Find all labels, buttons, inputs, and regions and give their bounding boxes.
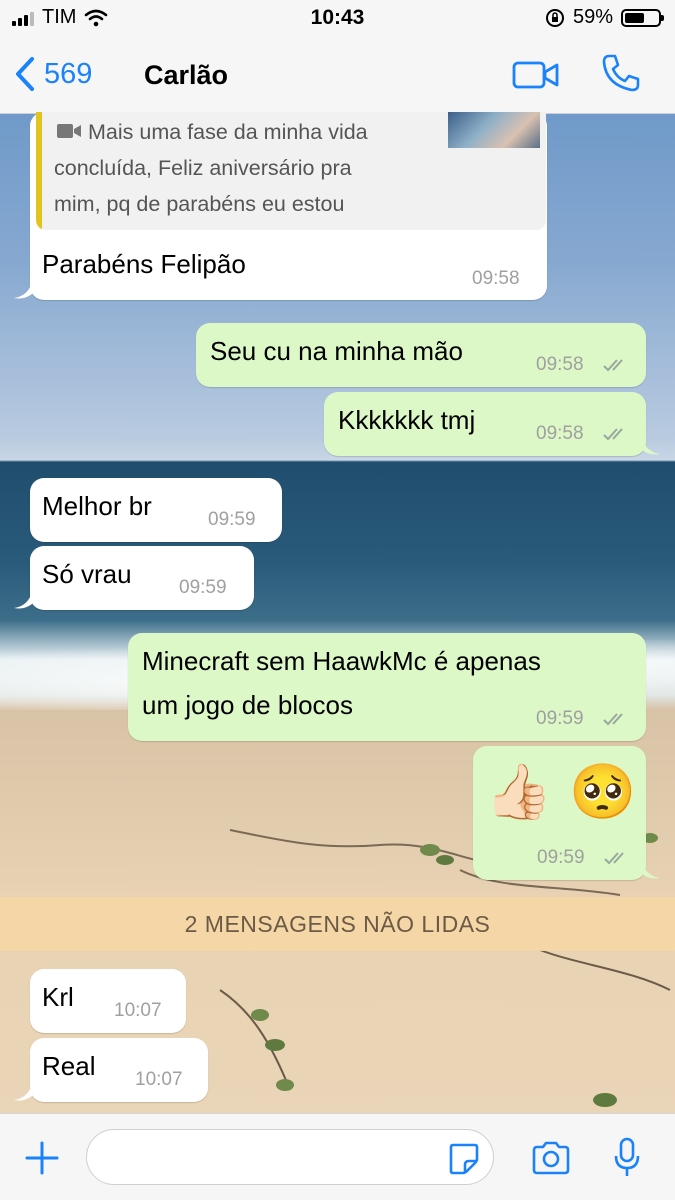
sticker-icon[interactable] [447, 1141, 481, 1175]
quoted-status[interactable]: Mais uma fase da minha vida concluída, F… [36, 112, 546, 230]
message-bubble-incoming[interactable]: Melhor br 09:59 [30, 478, 282, 542]
bubble-tail [642, 438, 660, 455]
read-ticks-icon [603, 428, 623, 441]
message-text: Real [42, 1051, 96, 1081]
orientation-lock-icon [545, 8, 564, 27]
message-text-line-2: um jogo de blocos [142, 690, 354, 720]
video-call-icon[interactable] [512, 60, 560, 90]
message-time: 10:07 [114, 1000, 162, 1021]
bubble-tail [14, 1084, 32, 1101]
bubble-tail [642, 862, 660, 879]
message-bubble-incoming[interactable]: Krl 10:07 [30, 969, 186, 1033]
message-bubble-incoming[interactable]: Só vrau 09:59 [30, 546, 254, 610]
message-text-line-1: Minecraft sem HaawkMc é apenas [142, 646, 541, 676]
message-composer [0, 1113, 675, 1200]
battery-percent: 59% [572, 6, 613, 28]
message-time: 09:58 [472, 268, 520, 289]
message-emoji: 👍🏻 🥺 [485, 760, 637, 823]
back-chevron-icon [16, 57, 34, 91]
quote-thumbnail [448, 112, 540, 148]
message-bubble-outgoing[interactable]: Seu cu na minha mão 09:58 [196, 323, 646, 387]
message-bubble-outgoing[interactable]: 👍🏻 🥺 09:59 [473, 746, 646, 880]
message-bubble-outgoing[interactable]: Kkkkkkk tmj 09:58 [324, 392, 646, 456]
read-ticks-icon [603, 359, 623, 372]
message-input[interactable] [86, 1129, 494, 1185]
read-ticks-icon [604, 852, 624, 865]
microphone-icon[interactable] [612, 1136, 642, 1180]
phone-icon[interactable] [600, 52, 642, 94]
message-time: 09:58 [536, 354, 584, 375]
message-bubble-incoming[interactable]: Mais uma fase da minha vida concluída, F… [30, 112, 547, 300]
status-bar: TIM 10:43 59% [0, 0, 675, 38]
message-time: 09:59 [537, 847, 585, 868]
message-text: Seu cu na minha mão [210, 336, 463, 366]
message-time: 09:59 [208, 509, 256, 530]
quote-text: Mais uma fase da minha vida concluída, F… [54, 120, 368, 230]
bubble-tail [14, 282, 32, 299]
message-text: Krl [42, 982, 74, 1012]
battery-icon [621, 8, 664, 27]
plus-icon[interactable] [24, 1140, 60, 1176]
message-text: Parabéns Felipão [42, 249, 246, 279]
message-text: Só vrau [42, 559, 132, 589]
back-button[interactable]: 569 [14, 56, 92, 92]
message-text: Kkkkkkk tmj [338, 405, 476, 435]
message-bubble-incoming[interactable]: Real 10:07 [30, 1038, 208, 1102]
unread-messages-banner: 2 MENSAGENS NÃO LIDAS [0, 897, 675, 951]
message-text: Melhor br [42, 491, 152, 521]
quote-accent-bar [36, 112, 42, 230]
camera-icon[interactable] [530, 1140, 572, 1176]
message-time: 09:58 [536, 423, 584, 444]
read-ticks-icon [603, 713, 623, 726]
bubble-tail [14, 592, 32, 609]
back-count: 569 [44, 57, 93, 90]
contact-name[interactable]: Carlão [144, 60, 228, 91]
message-time: 10:07 [135, 1069, 183, 1090]
message-bubble-outgoing[interactable]: Minecraft sem HaawkMc é apenas um jogo d… [128, 633, 646, 741]
chat-header: 569 Carlão [0, 38, 675, 114]
message-time: 09:59 [179, 577, 227, 598]
message-time: 09:59 [536, 708, 584, 729]
